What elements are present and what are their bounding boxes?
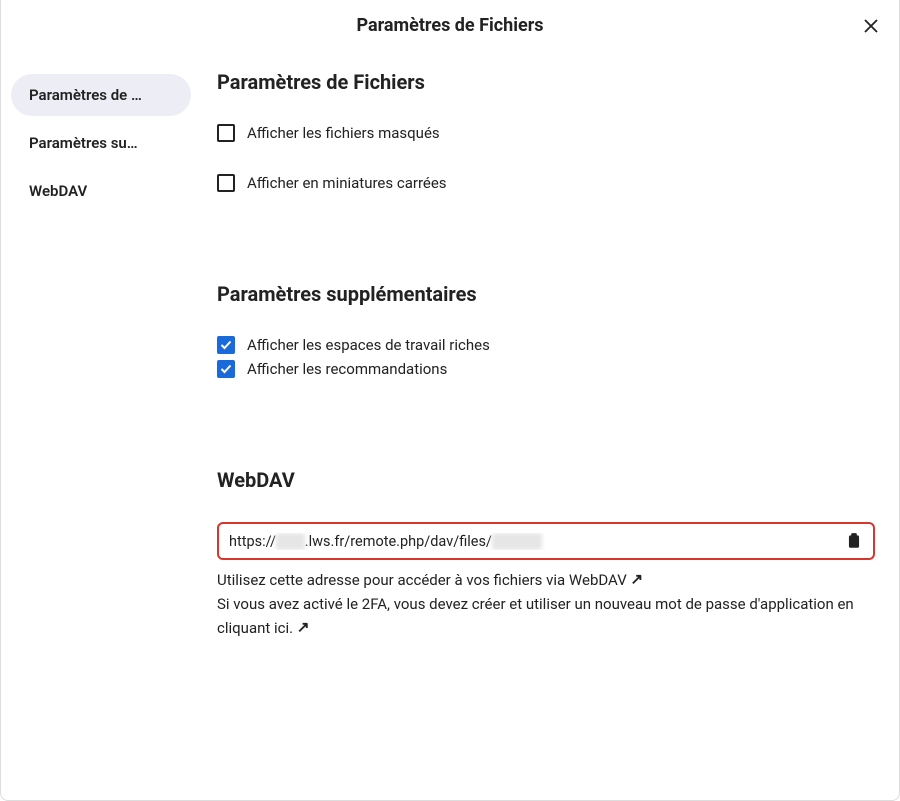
section-extra-title: Paramètres supplémentaires (217, 282, 875, 306)
modal-title: Paramètres de Fichiers (356, 15, 543, 36)
close-button[interactable] (859, 14, 883, 38)
option-square-thumbs-label: Afficher en miniatures carrées (247, 174, 447, 192)
checkbox-square-thumbs[interactable] (217, 174, 235, 192)
option-square-thumbs[interactable]: Afficher en miniatures carrées (217, 174, 875, 192)
external-link-icon: ↗ (297, 615, 310, 639)
webdav-url-field[interactable]: https://xxxx.lws.fr/remote.php/dav/files… (217, 522, 875, 560)
webdav-help-1[interactable]: Utilisez cette adresse pour accéder à vo… (217, 568, 875, 592)
section-files: Paramètres de Fichiers Afficher les fich… (217, 70, 875, 192)
sidebar-item-extra[interactable]: Paramètres su… (11, 122, 191, 164)
option-recommendations-label: Afficher les recommandations (247, 360, 447, 378)
webdav-help-2[interactable]: Si vous avez activé le 2FA, vous devez c… (217, 592, 875, 640)
section-webdav-title: WebDAV (217, 468, 875, 492)
checkbox-recommendations[interactable] (217, 360, 235, 378)
webdav-url-prefix: https:// (229, 533, 276, 550)
section-webdav: WebDAV https://xxxx.lws.fr/remote.php/da… (217, 468, 875, 640)
section-extra: Paramètres supplémentaires Afficher les … (217, 282, 875, 378)
clipboard-icon[interactable] (845, 532, 863, 550)
checkbox-rich-workspaces[interactable] (217, 336, 235, 354)
option-show-hidden[interactable]: Afficher les fichiers masqués (217, 124, 875, 142)
content: Paramètres de Fichiers Afficher les fich… (201, 50, 899, 800)
checkbox-show-hidden[interactable] (217, 124, 235, 142)
webdav-user-redacted: xxxxxxx (492, 533, 542, 550)
modal-header: Paramètres de Fichiers (1, 0, 899, 50)
sidebar-item-webdav[interactable]: WebDAV (11, 170, 191, 212)
sidebar-item-files[interactable]: Paramètres de … (11, 74, 191, 116)
modal-body: Paramètres de … Paramètres su… WebDAV Pa… (1, 50, 899, 800)
webdav-help-1-text: Utilisez cette adresse pour accéder à vo… (217, 571, 627, 589)
option-rich-workspaces-label: Afficher les espaces de travail riches (247, 336, 490, 354)
option-show-hidden-label: Afficher les fichiers masqués (247, 124, 440, 142)
option-rich-workspaces[interactable]: Afficher les espaces de travail riches (217, 336, 875, 354)
webdav-host-redacted: xxxx (276, 533, 305, 550)
external-link-icon: ↗ (631, 567, 644, 591)
webdav-help-2-text: Si vous avez activé le 2FA, vous devez c… (217, 595, 854, 637)
close-icon (863, 18, 879, 34)
webdav-url-mid: .lws.fr/remote.php/dav/files/ (305, 533, 492, 550)
webdav-url-value[interactable]: https://xxxx.lws.fr/remote.php/dav/files… (229, 533, 845, 550)
file-settings-modal: Paramètres de Fichiers Paramètres de … P… (0, 0, 900, 801)
section-files-title: Paramètres de Fichiers (217, 70, 875, 94)
option-recommendations[interactable]: Afficher les recommandations (217, 360, 875, 378)
sidebar: Paramètres de … Paramètres su… WebDAV (1, 50, 201, 800)
